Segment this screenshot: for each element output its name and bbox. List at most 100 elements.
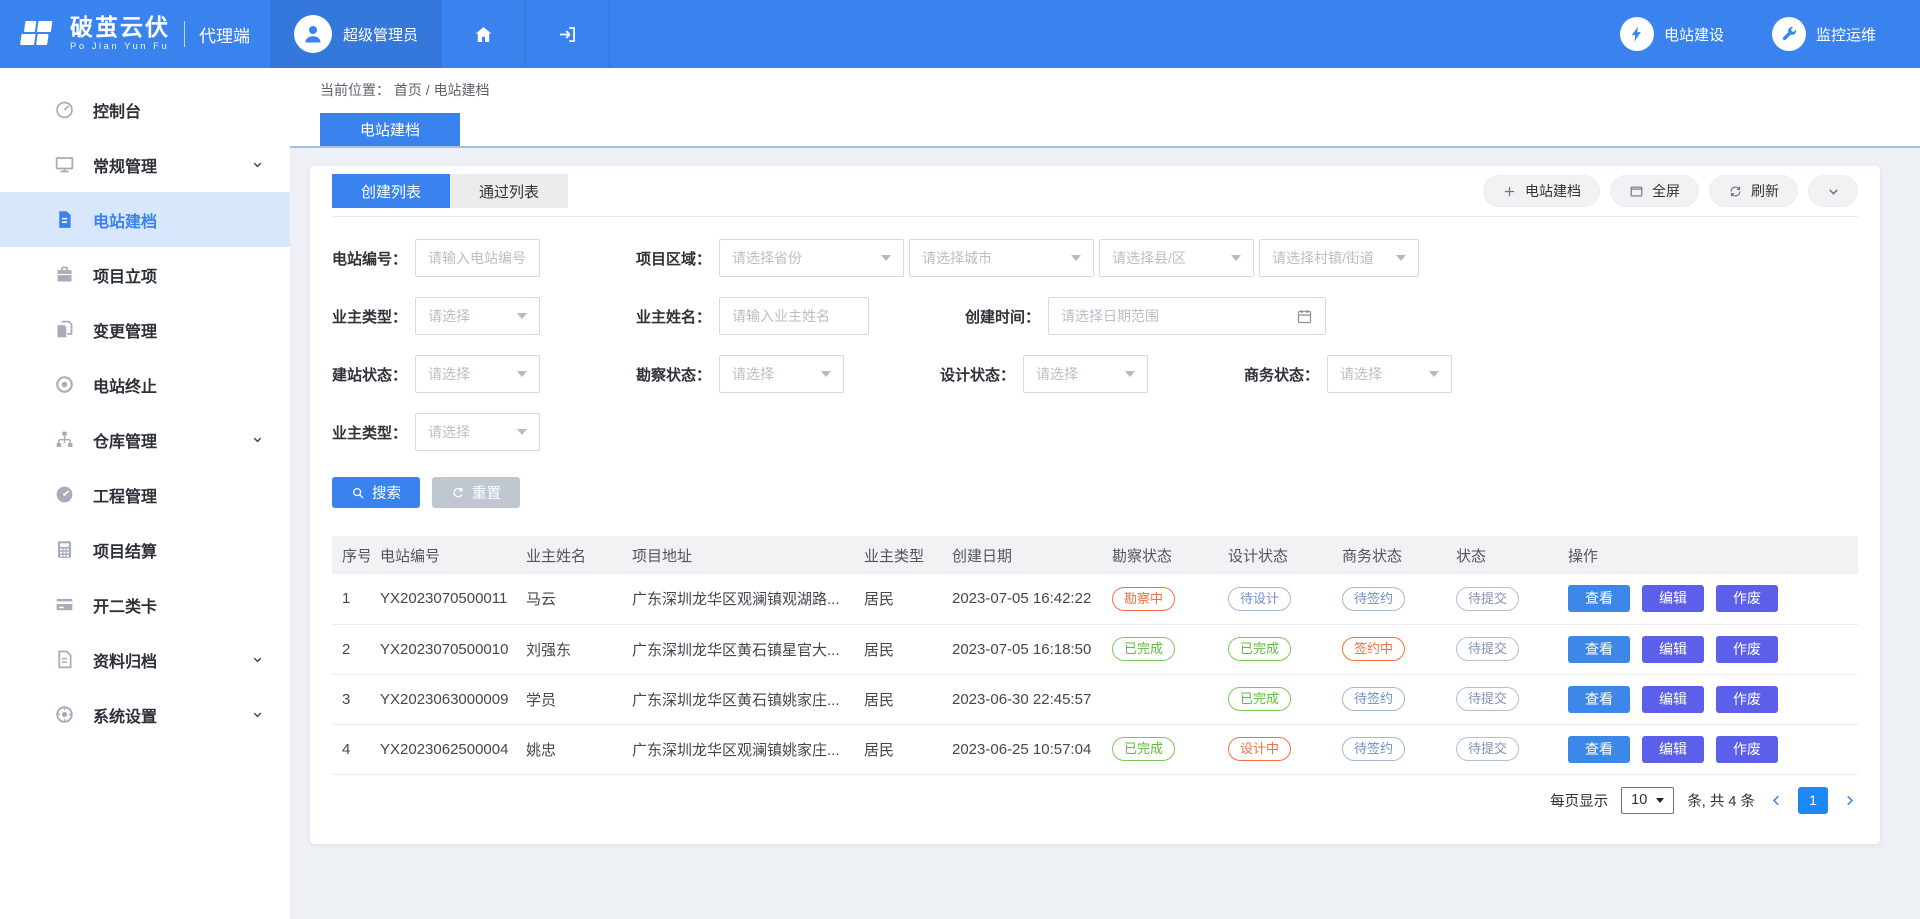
breadcrumb: 当前位置： 首页 / 电站建档 [290,68,1920,100]
sidebar-item-2[interactable]: 电站建档 [0,192,290,247]
caret-down-icon [1231,255,1241,261]
tab-1[interactable]: 通过列表 [450,174,568,208]
tab-0[interactable]: 创建列表 [332,174,450,208]
filter-form: 电站编号： 请输入电站编号 项目区域： 请选择省份请选择城市请选择县/区请选择村… [332,217,1858,508]
sidebar-item-1[interactable]: 常规管理 [0,137,290,192]
toolbar-fullscreen-button[interactable]: 全屏 [1610,175,1699,207]
logout-button[interactable] [526,0,610,68]
logout-icon [557,24,578,45]
owner-type-select[interactable]: 请选择 [415,297,540,335]
cell-index: 2 [332,624,370,674]
owner-name-input[interactable]: 请输入业主姓名 [719,297,869,335]
sidebar-item-11[interactable]: 系统设置 [0,687,290,742]
sidebar-item-5[interactable]: 电站终止 [0,357,290,412]
sidebar-item-label: 工程管理 [93,483,157,507]
sidebar-item-6[interactable]: 仓库管理 [0,412,290,467]
status-select-3[interactable]: 请选择 [1327,355,1452,393]
cell-station_no: YX2023063000009 [370,674,516,724]
region-select-0[interactable]: 请选择省份 [719,239,904,277]
owner-type-2-label: 业主类型： [332,422,407,443]
list-panel: 创建列表通过列表 电站建档全屏刷新 电站编号： 请输入电站编号 项目区域： 请选… [310,166,1880,844]
quick-nav-label: 监控运维 [1816,24,1876,45]
toolbar-refresh-button[interactable]: 刷新 [1709,175,1798,207]
current-page-button[interactable]: 1 [1798,787,1828,814]
region-label: 项目区域： [636,248,711,269]
filter-created-time: 创建时间： 请选择日期范围 [965,297,1326,335]
toolbar-chevron-down-button[interactable] [1808,175,1858,207]
edit-button[interactable]: 编辑 [1642,585,1704,612]
filter-owner-type-2: 业主类型： 请选择 [332,413,540,451]
search-button[interactable]: 搜索 [332,477,420,508]
void-button[interactable]: 作废 [1716,585,1778,612]
prev-page-button[interactable] [1768,792,1785,809]
chevron-down-icon [251,158,264,171]
region-select-3[interactable]: 请选择村镇/街道 [1259,239,1419,277]
per-page-select[interactable]: 10 [1621,787,1674,814]
sidebar-item-3[interactable]: 项目立项 [0,247,290,302]
quick-nav-1[interactable]: 监控运维 [1772,17,1876,51]
sidebar-item-4[interactable]: 变更管理 [0,302,290,357]
region-select-1[interactable]: 请选择城市 [909,239,1094,277]
sidebar-item-label: 仓库管理 [93,428,157,452]
sidebar-item-label: 电站终止 [93,373,157,397]
void-button[interactable]: 作废 [1716,686,1778,713]
edit-button[interactable]: 编辑 [1642,736,1704,763]
breadcrumb-current: 电站建档 [434,82,490,98]
reset-button[interactable]: 重置 [432,477,520,508]
cell-design: 已完成 [1218,674,1332,724]
sidebar-item-7[interactable]: 工程管理 [0,467,290,522]
cell-status: 待提交 [1446,724,1558,774]
cell-survey: 勘察中 [1102,574,1218,624]
edit-button[interactable]: 编辑 [1642,636,1704,663]
owner-name-label: 业主姓名： [636,306,711,327]
view-button[interactable]: 查看 [1568,585,1630,612]
breadcrumb-home-link[interactable]: 首页 [394,82,422,98]
owner-type-2-select[interactable]: 请选择 [415,413,540,451]
caret-down-icon [821,371,831,377]
created-time-input[interactable]: 请选择日期范围 [1048,297,1326,335]
user-menu[interactable]: 超级管理员 [270,0,442,68]
cell-address: 广东深圳龙华区黄石镇姚家庄... [622,674,854,724]
page-tab[interactable]: 电站建档 [320,113,460,146]
bolt-icon [1628,25,1646,43]
status-select-2[interactable]: 请选择 [1023,355,1148,393]
cell-address: 广东深圳龙华区观澜镇姚家庄... [622,724,854,774]
toolbar-plus-button[interactable]: 电站建档 [1483,175,1600,207]
sidebar-item-9[interactable]: 开二类卡 [0,577,290,632]
sidebar-item-label: 开二类卡 [93,593,157,617]
sidebar-item-10[interactable]: 资料归档 [0,632,290,687]
reset-icon [451,486,465,500]
column-header: 操作 [1558,536,1858,574]
void-button[interactable]: 作废 [1716,636,1778,663]
sidebar-item-0[interactable]: 控制台 [0,82,290,137]
bank-card-icon [54,594,75,615]
status-select-1[interactable]: 请选择 [719,355,844,393]
status-badge: 勘察中 [1112,587,1175,611]
view-button[interactable]: 查看 [1568,736,1630,763]
view-button[interactable]: 查看 [1568,686,1630,713]
avatar [294,15,332,53]
chevron-down-icon [251,433,264,446]
cell-business: 待签约 [1332,724,1446,774]
status-badge: 待提交 [1456,687,1519,711]
sidebar-item-label: 项目结算 [93,538,157,562]
void-button[interactable]: 作废 [1716,736,1778,763]
status-select-0[interactable]: 请选择 [415,355,540,393]
chevron-down-icon [251,708,264,721]
cell-survey: 已完成 [1102,624,1218,674]
quick-nav-0[interactable]: 电站建设 [1620,17,1724,51]
station-no-input[interactable]: 请输入电站编号 [415,239,540,277]
panel-tabs: 创建列表通过列表 [332,174,568,208]
home-button[interactable] [442,0,526,68]
sidebar-item-label: 变更管理 [93,318,157,342]
sidebar-item-8[interactable]: 项目结算 [0,522,290,577]
person-icon [301,22,325,46]
view-button[interactable]: 查看 [1568,636,1630,663]
cell-created: 2023-07-05 16:18:50 [942,624,1102,674]
cell-address: 广东深圳龙华区观澜镇观湖路... [622,574,854,624]
region-select-2[interactable]: 请选择县/区 [1099,239,1254,277]
status-badge: 待设计 [1228,587,1291,611]
cell-business: 待签约 [1332,674,1446,724]
next-page-button[interactable] [1841,792,1858,809]
edit-button[interactable]: 编辑 [1642,686,1704,713]
